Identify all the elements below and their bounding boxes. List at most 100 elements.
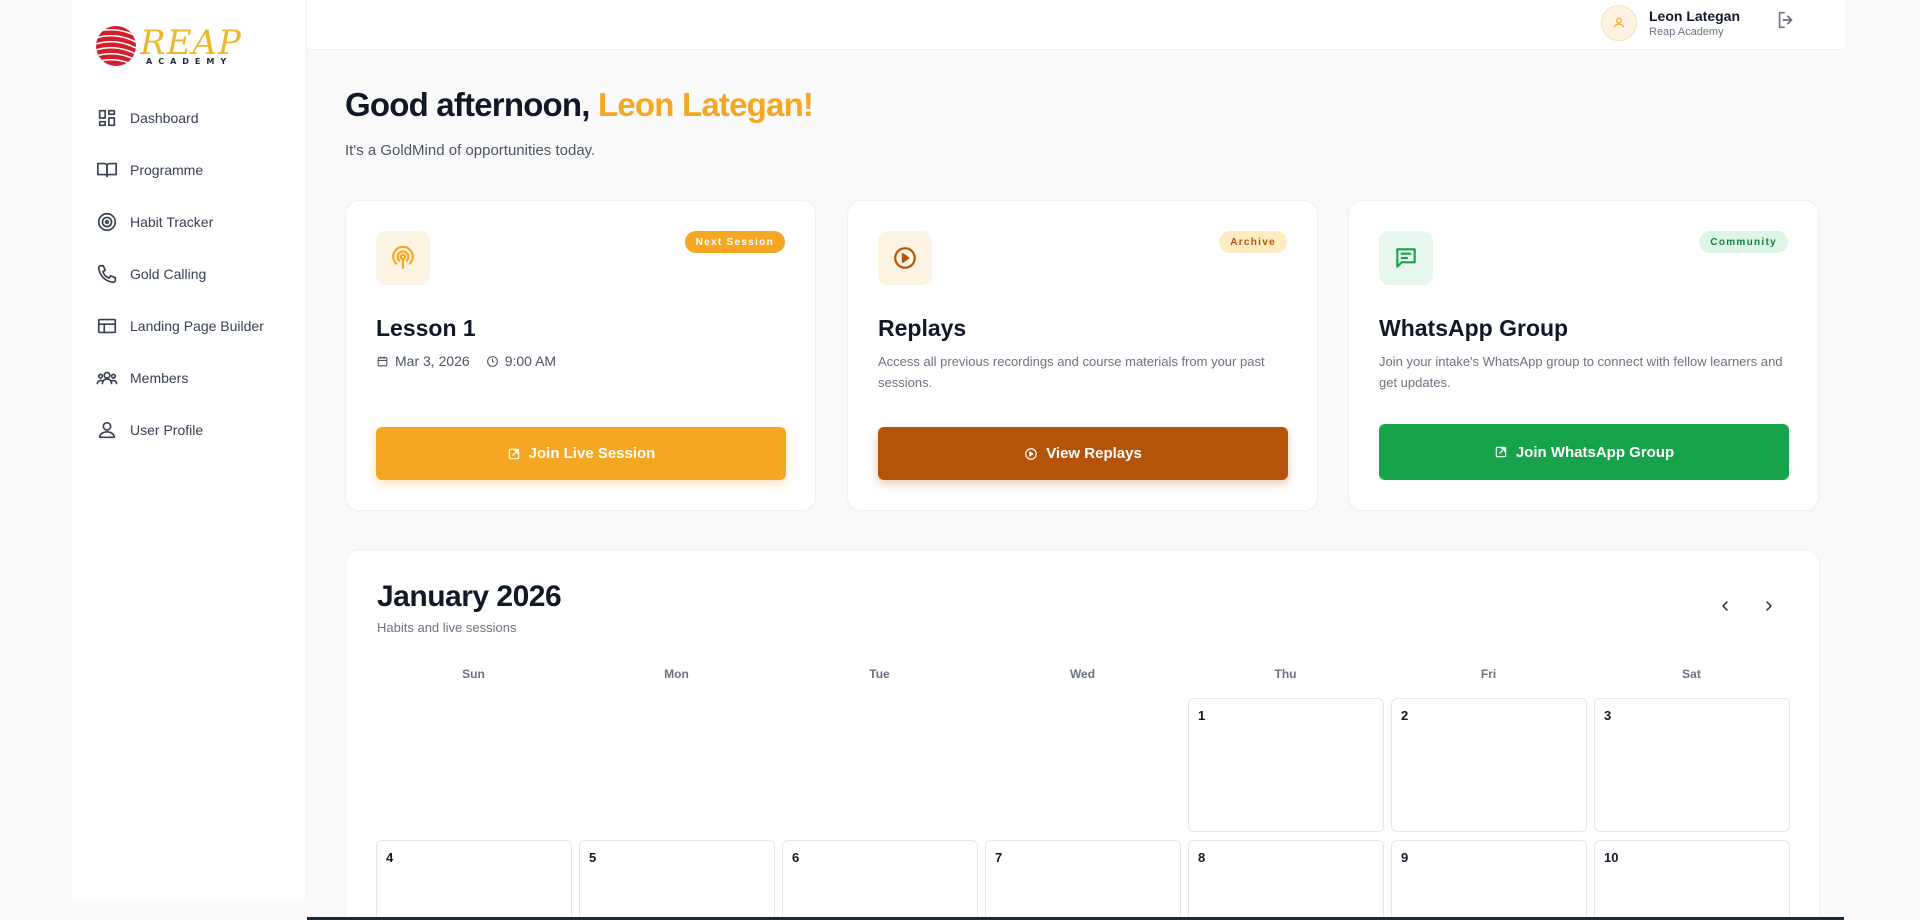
calendar-day[interactable]: 9 (1391, 840, 1587, 920)
calendar-day[interactable]: 3 (1594, 698, 1790, 832)
calendar-day[interactable]: 5 (579, 840, 775, 920)
calendar-day-number: 7 (995, 850, 1003, 865)
greeting-prefix: Good afternoon, (345, 86, 599, 123)
archive-badge: Archive (1219, 231, 1287, 253)
calendar-day[interactable]: 1 (1188, 698, 1384, 832)
session-icon-container (376, 231, 430, 285)
greeting-name: Leon Lategan! (598, 86, 814, 123)
logout-icon (1778, 11, 1793, 29)
external-link-icon (1495, 446, 1507, 458)
calendar-subtitle: Habits and live sessions (377, 620, 517, 635)
weekday-header: Tue (869, 667, 890, 681)
greeting-subtitle: It's a GoldMind of opportunities today. (345, 142, 596, 159)
sidebar-item-label: Programme (130, 162, 204, 178)
calendar-day-number: 8 (1198, 850, 1206, 865)
sidebar-item-dashboard[interactable]: Dashboard (96, 92, 296, 144)
sidebar-item-label: User Profile (130, 422, 204, 438)
calendar-day-number: 1 (1198, 708, 1206, 723)
external-link-icon (508, 448, 519, 459)
calendar-day-number: 9 (1401, 850, 1409, 865)
weekday-header: Sun (462, 667, 485, 681)
calendar-day-number: 3 (1604, 708, 1612, 723)
chevron-left-icon (1722, 601, 1728, 611)
reap-logo-icon (96, 26, 136, 66)
weekday-header: Fri (1480, 667, 1497, 681)
phone-icon (96, 263, 118, 285)
community-badge: Community (1699, 231, 1788, 253)
sidebar-item-label: Habit Tracker (130, 214, 214, 230)
sidebar-item-label: Members (130, 370, 189, 386)
whatsapp-icon-container (1379, 231, 1433, 285)
weekday-header: Thu (1274, 667, 1297, 681)
calendar-day[interactable]: 10 (1594, 840, 1790, 920)
podcast-icon (392, 245, 414, 269)
whatsapp-description: Join your intake's WhatsApp group to con… (1379, 354, 1783, 390)
members-icon (96, 367, 118, 389)
view-replays-label: View Replays (1046, 445, 1142, 462)
lesson-date: Mar 3, 2026 (395, 353, 470, 369)
weekday-header: Sat (1682, 667, 1701, 681)
logout-button[interactable] (1775, 9, 1797, 31)
join-whatsapp-group-label: Join WhatsApp Group (1515, 443, 1675, 461)
calendar-day[interactable]: 8 (1188, 840, 1384, 920)
lesson-time: 9:00 AM (504, 353, 557, 369)
sidebar-item-habit-tracker[interactable]: Habit Tracker (96, 196, 296, 248)
replays-card: Archive Replays Access all previous reco… (847, 200, 1318, 511)
sidebar: REAP ACADEMY Dashboard Programme Habit T… (72, 0, 307, 897)
sidebar-item-programme[interactable]: Programme (96, 144, 296, 196)
layout-icon (96, 315, 118, 337)
target-icon (96, 211, 118, 233)
whatsapp-title: WhatsApp Group (1379, 315, 1569, 341)
sidebar-item-user-profile[interactable]: User Profile (96, 404, 296, 456)
top-bar: Leon Lategan Reap Academy (307, 0, 1844, 50)
calendar-icon (377, 356, 388, 366)
book-icon (96, 159, 118, 181)
join-live-session-label: Join Live Session (528, 445, 656, 462)
sidebar-item-label: Landing Page Builder (130, 318, 264, 334)
calendar-panel: January 2026 Habits and live sessions Su… (345, 549, 1820, 920)
view-replays-button[interactable]: View Replays (878, 427, 1288, 480)
dashboard-icon (96, 107, 118, 129)
sidebar-item-landing-page-builder[interactable]: Landing Page Builder (96, 300, 296, 352)
logo-subtext: ACADEMY (146, 57, 233, 66)
play-circle-icon (894, 247, 916, 269)
calendar-day-number: 5 (589, 850, 597, 865)
replays-description: Access all previous recordings and cours… (878, 354, 1265, 390)
chevron-right-icon (1766, 601, 1772, 611)
calendar-day[interactable]: 2 (1391, 698, 1587, 832)
avatar[interactable] (1601, 5, 1637, 41)
calendar-day[interactable]: 7 (985, 840, 1181, 920)
weekday-header: Mon (664, 667, 689, 681)
previous-month-button[interactable] (1713, 594, 1737, 618)
sidebar-item-label: Dashboard (130, 110, 199, 126)
calendar-day-number: 4 (386, 850, 394, 865)
next-month-button[interactable] (1757, 594, 1781, 618)
clock-icon (486, 355, 498, 367)
chat-icon (1396, 248, 1416, 268)
weekday-header: Wed (1069, 667, 1096, 681)
calendar-month-title: January 2026 (377, 580, 562, 613)
lesson-meta: Mar 3, 2026 9:00 AM (376, 353, 556, 369)
calendar-day-number: 6 (792, 850, 800, 865)
next-session-card: Next Session Lesson 1 Mar 3, 2026 9:00 A… (345, 200, 816, 511)
logo-text: REAP (140, 23, 242, 63)
play-icon (1025, 447, 1038, 460)
sidebar-item-members[interactable]: Members (96, 352, 296, 404)
calendar-day[interactable]: 4 (376, 840, 572, 920)
reap-academy-logo[interactable]: REAP ACADEMY (94, 24, 242, 68)
calendar-day-number: 10 (1604, 850, 1619, 865)
user-icon (96, 419, 118, 441)
sidebar-item-label: Gold Calling (130, 266, 207, 282)
user-name: Leon Lategan (1649, 8, 1741, 24)
replays-title: Replays (878, 315, 967, 341)
calendar-day[interactable]: 6 (782, 840, 978, 920)
whatsapp-card: Community WhatsApp Group Join your intak… (1348, 200, 1819, 511)
sidebar-item-gold-calling[interactable]: Gold Calling (96, 248, 296, 300)
lesson-title: Lesson 1 (376, 315, 476, 341)
calendar-day-number: 2 (1401, 708, 1409, 723)
join-whatsapp-group-button[interactable]: Join WhatsApp Group (1379, 424, 1789, 480)
next-session-badge: Next Session (684, 231, 785, 253)
user-organization: Reap Academy (1649, 26, 1724, 38)
sidebar-nav: Dashboard Programme Habit Tracker Gold C… (96, 92, 296, 456)
join-live-session-button[interactable]: Join Live Session (376, 427, 786, 480)
